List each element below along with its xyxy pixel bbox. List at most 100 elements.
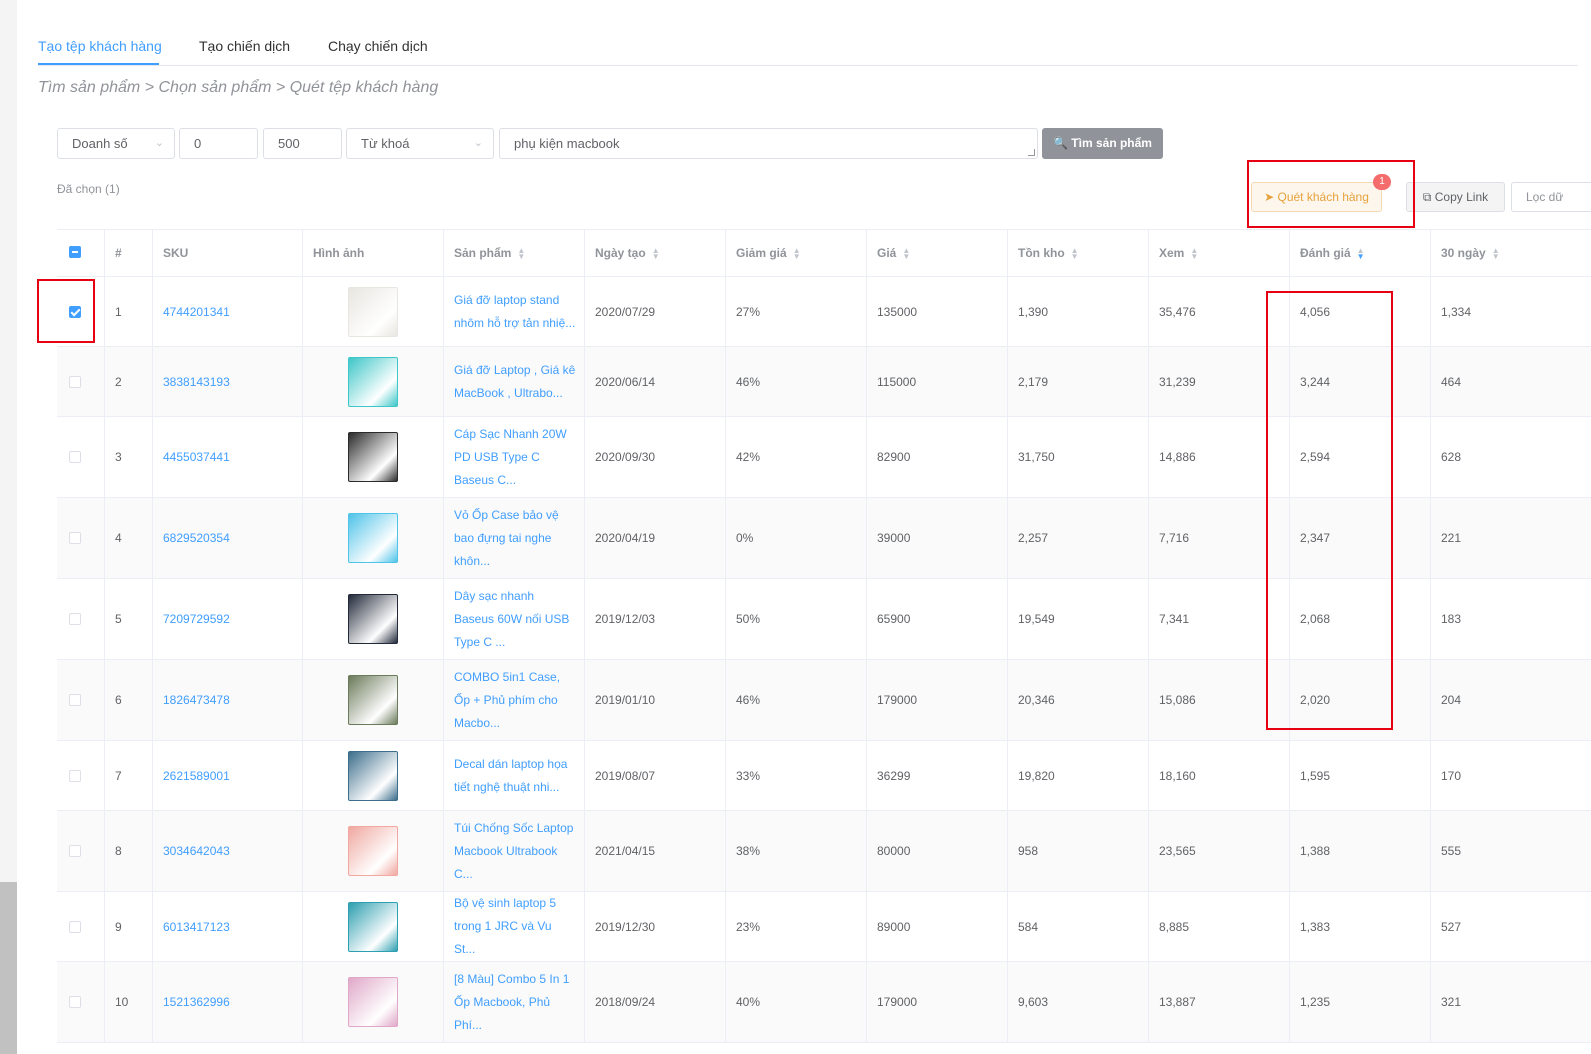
tab-bar: Tạo tệp khách hàng Tạo chiến dịch Chạy c… [38,28,1578,66]
search-product-button[interactable]: 🔍 Tìm sản phẩm [1042,128,1163,159]
product-name-link[interactable]: Decal dán laptop họa tiết nghệ thuật nhi… [444,741,585,810]
product-name-link[interactable]: Giá đỡ Laptop , Giá kê MacBook , Ultrabo… [444,347,585,416]
max-input[interactable]: 500 [263,128,342,159]
stock: 584 [1008,892,1149,961]
product-thumbnail[interactable] [348,977,398,1027]
sales-30-days: 555 [1441,844,1462,858]
product-thumbnail[interactable] [348,356,398,407]
sku-link[interactable]: 3034642043 [153,811,303,891]
col-index: # [105,230,153,276]
product-thumbnail[interactable] [348,286,398,337]
price: 36299 [867,741,1008,810]
col-30-days-label: 30 ngày [1441,246,1486,260]
product-name-link[interactable]: Cáp Sạc Nhanh 20W PD USB Type C Baseus C… [444,417,585,497]
col-created-date-label: Ngày tạo [595,246,646,260]
created-date: 2021/04/15 [585,811,726,891]
sku-link[interactable]: 2621589001 [153,741,303,810]
discount: 46% [726,660,867,740]
product-thumbnail[interactable] [348,594,398,644]
product-name-link[interactable]: COMBO 5in1 Case, Ốp + Phủ phím cho Macbo… [444,660,585,740]
row-index: 7 [105,741,153,810]
rating: 2,347 [1290,498,1431,578]
page-scrollbar[interactable] [0,882,17,1054]
metric-select[interactable]: Doanh số ⌄ [57,128,175,159]
sku-link[interactable]: 1826473478 [153,660,303,740]
row-checkbox[interactable] [69,996,81,1008]
product-thumbnail[interactable] [348,826,398,876]
created-date: 2020/07/29 [585,277,726,346]
tab-create-customer-file[interactable]: Tạo tệp khách hàng [38,38,162,54]
tab-create-campaign[interactable]: Tạo chiến dịch [199,38,290,54]
discount: 40% [726,962,867,1042]
sku-link[interactable]: 4744201341 [153,277,303,346]
row-index: 9 [105,892,153,961]
row-checkbox[interactable] [69,532,81,544]
created-date: 2019/01/10 [585,660,726,740]
product-thumbnail[interactable] [348,432,398,482]
price: 82900 [867,417,1008,497]
product-image-cell [303,962,444,1042]
sku-link[interactable]: 3838143193 [153,347,303,416]
sort-icon: ▲ ▼ [792,245,801,261]
row-checkbox[interactable] [69,920,81,933]
views: 31,239 [1149,347,1290,416]
chevron-down-icon: ⌄ [154,137,164,149]
col-rating[interactable]: Đánh giá ▲ ▼ [1290,230,1431,276]
row-checkbox[interactable] [69,305,81,318]
discount: 46% [726,347,867,416]
sku-link[interactable]: 7209729592 [153,579,303,659]
price: 179000 [867,962,1008,1042]
col-created-date[interactable]: Ngày tạo ▲ ▼ [585,230,726,276]
product-name-link[interactable]: Giá đỡ laptop stand nhôm hỗ trợ tản nhiệ… [444,277,585,346]
mode-select[interactable]: Từ khoá ⌄ [346,128,494,159]
tab-run-campaign[interactable]: Chạy chiến dịch [328,38,428,54]
scan-customers-button[interactable]: ➤ Quét khách hàng [1251,182,1382,212]
resize-handle-icon[interactable] [1028,149,1035,156]
row-index: 8 [105,811,153,891]
sku-link[interactable]: 6829520354 [153,498,303,578]
col-30-days[interactable]: 30 ngày ▲ ▼ [1431,230,1591,276]
col-price[interactable]: Giá ▲ ▼ [867,230,1008,276]
created-date: 2020/04/19 [585,498,726,578]
row-checkbox[interactable] [69,845,81,857]
metric-select-value: Doanh số [72,136,128,151]
product-name-link[interactable]: Bộ vệ sinh laptop 5 trong 1 JRC và Vu St… [444,892,585,961]
row-checkbox[interactable] [69,375,81,388]
chevron-down-icon: ⌄ [473,137,483,149]
product-name-link[interactable]: [8 Màu] Combo 5 In 1 Ốp Macbook, Phủ Phí… [444,962,585,1042]
rating: 2,594 [1290,417,1431,497]
rating: 2,068 [1290,579,1431,659]
price: 65900 [867,579,1008,659]
sales-30-days: 170 [1441,768,1462,783]
views: 18,160 [1149,741,1290,810]
stock: 9,603 [1008,962,1149,1042]
min-input[interactable]: 0 [179,128,258,159]
row-checkbox[interactable] [69,451,81,463]
product-thumbnail[interactable] [348,901,398,952]
copy-link-button[interactable]: ⧉ Copy Link [1406,182,1505,212]
product-name-link[interactable]: Dây sạc nhanh Baseus 60W nối USB Type C … [444,579,585,659]
sku-link[interactable]: 6013417123 [153,892,303,961]
product-thumbnail[interactable] [348,750,398,801]
sku-link[interactable]: 1521362996 [153,962,303,1042]
select-all-checkbox[interactable] [69,246,81,258]
product-name-link[interactable]: Túi Chống Sốc Laptop Macbook Ultrabook C… [444,811,585,891]
product-thumbnail[interactable] [348,513,398,563]
product-image-cell [303,811,444,891]
views: 8,885 [1149,892,1290,961]
row-checkbox[interactable] [69,769,81,782]
product-name-link[interactable]: Vỏ Ốp Case bảo vệ bao đựng tai nghe khôn… [444,498,585,578]
sku-link[interactable]: 4455037441 [153,417,303,497]
table-row: 6 1826473478 COMBO 5in1 Case, Ốp + Phủ phí… [57,660,1591,741]
views: 23,565 [1149,811,1290,891]
col-discount[interactable]: Giảm giá ▲ ▼ [726,230,867,276]
scan-customers-label: Quét khách hàng [1277,190,1369,204]
row-checkbox[interactable] [69,613,81,625]
product-thumbnail[interactable] [348,675,398,725]
row-checkbox[interactable] [69,694,81,706]
col-views[interactable]: Xem ▲ ▼ [1149,230,1290,276]
filter-data-button[interactable]: Lọc dữ [1511,182,1591,212]
col-product[interactable]: Sản phẩm ▲ ▼ [444,230,585,276]
keyword-input[interactable]: phụ kiện macbook [499,128,1038,159]
col-stock[interactable]: Tồn kho ▲ ▼ [1008,230,1149,276]
